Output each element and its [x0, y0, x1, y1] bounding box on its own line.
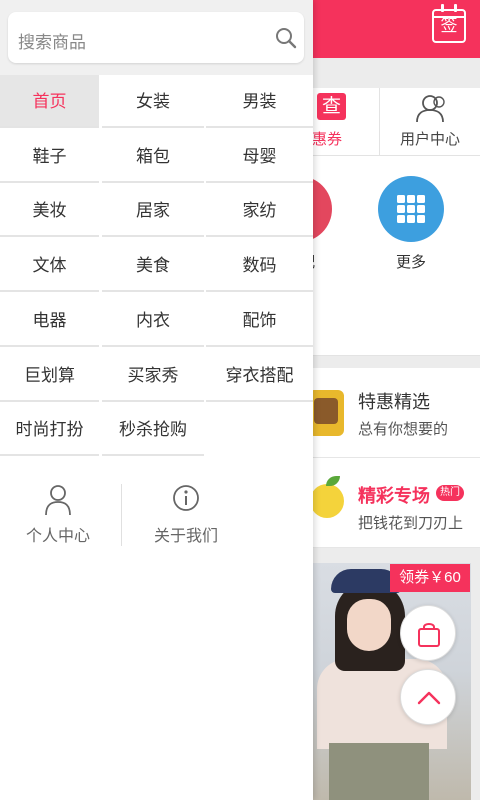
profile-label: 个人中心	[25, 528, 90, 545]
category-item[interactable]: 居家	[102, 184, 204, 238]
category-item[interactable]: 鞋子	[0, 129, 99, 183]
shopping-bag-icon	[418, 623, 440, 647]
category-item[interactable]: 内衣	[102, 293, 204, 347]
category-item[interactable]: 电器	[0, 293, 99, 347]
more-label: 更多	[395, 254, 426, 271]
side-drawer: 搜索商品 首页 女装 男装鞋子 箱包 母婴美妆 居家 家纺文体 美食 数码电器 内衣 配饰巨划算 买家…	[0, 0, 313, 800]
category-item[interactable]: 巨划算	[0, 348, 99, 402]
link-divider	[121, 484, 122, 546]
info-icon	[173, 485, 199, 511]
promo-title: 特惠精选	[358, 392, 430, 412]
promo-title: 精彩专场	[358, 486, 430, 506]
search-placeholder: 搜索商品	[18, 33, 86, 52]
about-link[interactable]: 关于我们	[128, 480, 244, 550]
promo-subtitle: 总有你想要的	[358, 421, 449, 438]
category-item[interactable]: 时尚打扮	[0, 403, 99, 457]
category-item[interactable]: 女装	[102, 75, 204, 128]
coupon-icon: 查	[317, 93, 346, 120]
category-item[interactable]: 文体	[0, 239, 99, 293]
search-input[interactable]: 搜索商品	[8, 12, 304, 63]
category-item[interactable]: 配饰	[206, 293, 313, 347]
suitcase-image	[308, 390, 344, 436]
person-icon	[45, 485, 71, 516]
back-to-top-button[interactable]	[400, 669, 456, 725]
category-item[interactable]: 秒杀抢购	[102, 403, 204, 457]
category-item[interactable]: 首页	[0, 75, 99, 128]
voucher-badge[interactable]: 领券￥60	[390, 564, 470, 592]
category-item[interactable]: 男装	[206, 75, 313, 128]
nav-user-center-label: 用户中心	[399, 131, 460, 148]
category-item[interactable]: 家纺	[206, 184, 313, 238]
profile-link[interactable]: 个人中心	[0, 480, 116, 550]
users-icon	[416, 95, 445, 123]
lemon-image	[310, 476, 344, 518]
more-circle-button[interactable]	[378, 176, 444, 242]
about-label: 关于我们	[153, 528, 218, 545]
sign-in-calendar-icon[interactable]: 签	[432, 4, 466, 43]
category-item[interactable]: 美妆	[0, 184, 99, 238]
category-item[interactable]: 母婴	[206, 129, 313, 183]
grid-icon	[397, 195, 425, 223]
hot-badge: 热门	[436, 485, 464, 501]
category-item[interactable]: 数码	[206, 239, 313, 293]
category-item[interactable]: 箱包	[102, 129, 204, 183]
chevron-up-icon	[417, 691, 441, 705]
category-item[interactable]: 美食	[102, 239, 204, 293]
category-item[interactable]: 穿衣搭配	[206, 348, 313, 402]
category-item[interactable]: 买家秀	[102, 348, 204, 402]
nav-user-center[interactable]: 用户中心	[380, 88, 480, 156]
drawer-links: 个人中心 关于我们	[0, 480, 313, 550]
search-area: 搜索商品	[0, 0, 313, 75]
cart-button[interactable]	[400, 605, 456, 661]
promo-subtitle: 把钱花到刀刃上	[358, 515, 464, 532]
search-icon[interactable]	[274, 26, 298, 50]
